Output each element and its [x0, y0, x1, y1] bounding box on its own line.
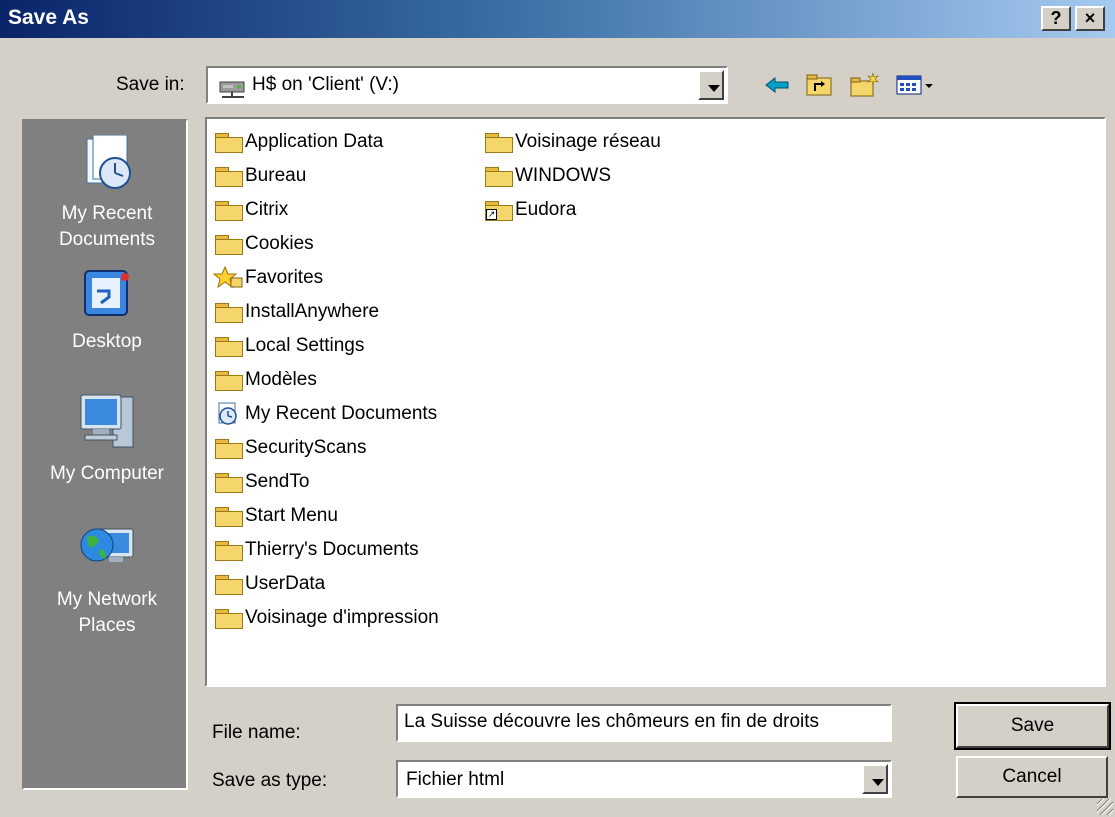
folder-icon [213, 233, 243, 255]
up-folder-button[interactable] [802, 70, 836, 100]
folder-name: Eudora [515, 199, 577, 220]
file-name-input[interactable]: La Suisse découvre les chômeurs en fin d… [396, 704, 892, 742]
folder-icon [213, 199, 243, 221]
save-button[interactable]: Save [954, 702, 1111, 750]
folder-name: Voisinage réseau [515, 131, 661, 152]
save-as-type-arrow[interactable] [862, 764, 888, 794]
place-label: My Network [56, 589, 158, 610]
network-drive-icon [219, 81, 245, 98]
folder-icon [213, 335, 243, 357]
folder-name: Modèles [245, 369, 317, 390]
save-as-type-value: Fichier html [406, 769, 505, 790]
save-as-type-label: Save as type: [212, 770, 328, 791]
folder-name: Bureau [245, 165, 307, 186]
folder-icon [213, 369, 243, 391]
file-list[interactable]: Application Data Bureau Citrix Cookies F… [205, 117, 1106, 687]
desktop-icon [84, 270, 129, 316]
folder-name: Cookies [245, 233, 314, 254]
folder-shortcut-icon: ↗ [483, 199, 513, 221]
folder-item[interactable]: SendTo [213, 467, 309, 497]
save-in-value: H$ on 'Client' (V:) [252, 74, 399, 95]
folder-name: Thierry's Documents [245, 539, 419, 560]
folder-item[interactable]: Citrix [213, 195, 288, 225]
folder-name: Voisinage d'impression [245, 607, 439, 628]
place-my-network-places[interactable]: My Network Places [24, 519, 190, 639]
save-in-dropdown[interactable]: H$ on 'Client' (V:) [206, 66, 728, 104]
folder-name: Local Settings [245, 335, 365, 356]
places-bar: My Recent Documents Desktop My Computer [22, 119, 188, 790]
folder-icon [213, 165, 243, 187]
folder-item[interactable]: Thierry's Documents [213, 535, 419, 565]
network-places-icon [80, 528, 134, 562]
window-title: Save As [8, 6, 89, 29]
folder-item[interactable]: Bureau [213, 161, 306, 191]
place-desktop[interactable]: Desktop [24, 267, 190, 355]
cancel-button[interactable]: Cancel [956, 756, 1108, 798]
folder-icon [213, 437, 243, 459]
folder-icon [213, 471, 243, 493]
folder-icon [213, 573, 243, 595]
favorites-item[interactable]: Favorites [213, 263, 323, 293]
recent-docs-item[interactable]: My Recent Documents [213, 399, 437, 429]
save-as-type-dropdown[interactable]: Fichier html [396, 760, 892, 798]
my-computer-icon [80, 394, 134, 448]
folder-icon [213, 505, 243, 527]
place-label: Places [78, 615, 136, 636]
folder-item[interactable]: Start Menu [213, 501, 338, 531]
folder-name: SendTo [245, 471, 310, 492]
folder-item[interactable]: Voisinage réseau [483, 127, 661, 157]
folder-name: UserData [245, 573, 326, 594]
folder-name: Application Data [245, 131, 384, 152]
save-in-label: Save in: [116, 74, 185, 95]
folder-item[interactable]: SecurityScans [213, 433, 366, 463]
folder-item[interactable]: WINDOWS [483, 161, 611, 191]
new-folder-icon [850, 72, 879, 97]
folder-name: Favorites [245, 267, 324, 288]
folder-item[interactable]: Voisinage d'impression [213, 603, 439, 633]
save-as-dialog: Save As ? × Save in: H$ on 'Client' (V:) [0, 0, 1115, 817]
title-bar[interactable]: Save As ? × [0, 0, 1115, 38]
folder-item[interactable]: InstallAnywhere [213, 297, 379, 327]
view-menu-button[interactable] [894, 70, 940, 100]
place-label: My Computer [49, 463, 165, 484]
place-label: Desktop [72, 331, 142, 352]
folder-name: WINDOWS [515, 165, 612, 186]
star-icon [213, 266, 243, 289]
folder-icon [213, 301, 243, 323]
resize-grip[interactable] [1097, 799, 1113, 815]
place-my-computer[interactable]: My Computer [24, 391, 190, 487]
folder-item[interactable]: Application Data [213, 127, 383, 157]
folder-item[interactable]: Cookies [213, 229, 314, 259]
folder-icon [213, 607, 243, 629]
folder-name: InstallAnywhere [245, 301, 380, 322]
folder-name: SecurityScans [245, 437, 367, 458]
folder-icon [483, 165, 513, 187]
recent-documents-icon [218, 402, 237, 425]
folder-item[interactable]: UserData [213, 569, 325, 599]
folder-item[interactable]: Local Settings [213, 331, 364, 361]
back-button[interactable] [760, 70, 794, 100]
save-button-label: Save [956, 704, 1109, 748]
help-button[interactable]: ? [1041, 6, 1071, 31]
place-my-recent-documents[interactable]: My Recent Documents [24, 135, 190, 253]
save-in-arrow[interactable] [698, 70, 724, 100]
back-arrow-icon [765, 76, 789, 94]
view-menu-icon [896, 75, 933, 95]
folder-name: My Recent Documents [245, 403, 438, 424]
close-button[interactable]: × [1075, 6, 1105, 31]
file-name-label: File name: [212, 722, 301, 743]
recent-documents-icon [86, 135, 131, 189]
new-folder-button[interactable] [846, 70, 882, 100]
folder-icon [483, 131, 513, 153]
place-label: My Recent [61, 203, 153, 224]
folder-item[interactable]: Modèles [213, 365, 317, 395]
folder-name: Citrix [245, 199, 289, 220]
folder-icon [213, 131, 243, 153]
folder-name: Start Menu [245, 505, 338, 526]
up-one-level-icon [806, 74, 832, 96]
folder-icon [213, 539, 243, 561]
place-label: Documents [58, 229, 156, 250]
folder-shortcut-item[interactable]: ↗ Eudora [483, 195, 576, 225]
